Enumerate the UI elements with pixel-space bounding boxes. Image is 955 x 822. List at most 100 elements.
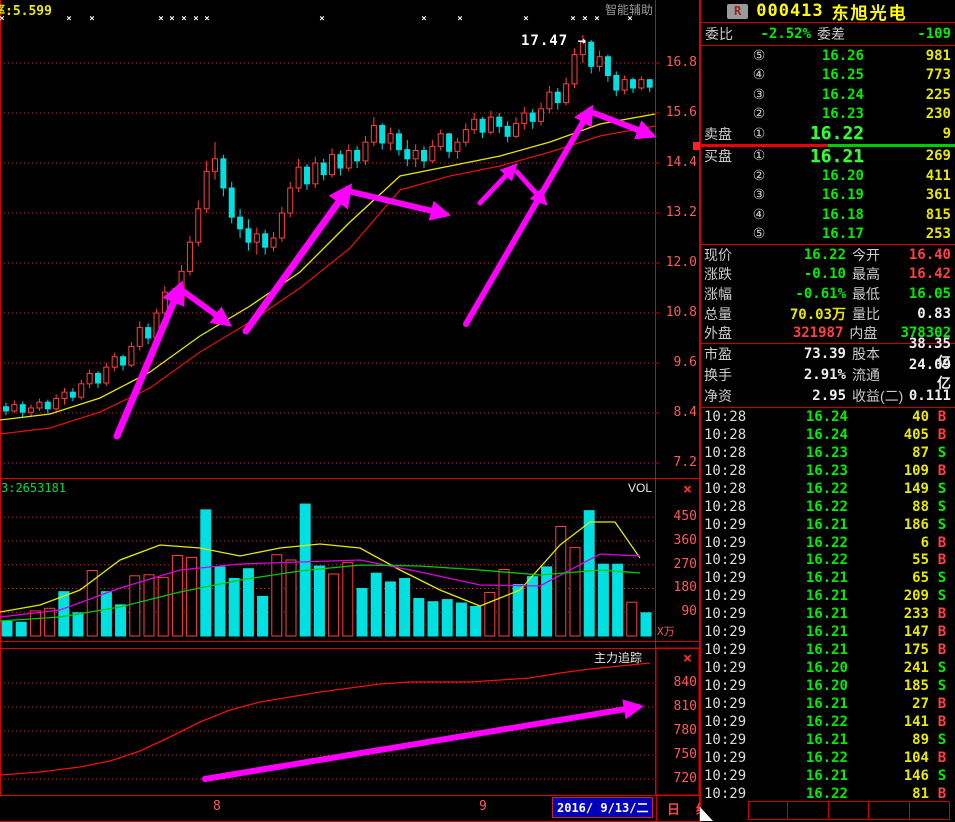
ask-row[interactable]: 卖盘①16.229 xyxy=(701,124,955,144)
book-price: 16.25 xyxy=(772,67,864,83)
trade-volume: 147 xyxy=(848,624,929,640)
trade-price: 16.23 xyxy=(756,463,848,479)
tracker-axis-label: 780 xyxy=(655,723,697,738)
stat-row: 涨幅-0.61%最低16.05 xyxy=(701,284,955,304)
tracker-close-icon[interactable]: × xyxy=(683,652,692,664)
volume-axis-label: 360 xyxy=(655,533,697,548)
ask-row[interactable]: ②16.23230 xyxy=(701,105,955,125)
bid-row[interactable]: ③16.19361 xyxy=(701,186,955,206)
book-volume: 773 xyxy=(864,67,955,83)
stat-label: 涨幅 xyxy=(701,284,750,304)
trade-volume: 40 xyxy=(848,409,929,425)
chart-canvas[interactable]: ×××××××××××××××× xyxy=(0,0,700,822)
stat-label: 股本 xyxy=(846,344,904,364)
signal-x-marker: × xyxy=(319,14,324,24)
trade-row: 10:2916.21233B xyxy=(701,605,955,623)
weibi-label: 委比 xyxy=(701,24,733,44)
ask-row[interactable]: ⑤16.26981 xyxy=(701,46,955,66)
book-volume: 815 xyxy=(864,207,955,223)
ask-row[interactable]: ③16.24225 xyxy=(701,85,955,105)
stat-label: 最低 xyxy=(846,284,904,304)
bid-levels: 买盘①16.21269②16.20411③16.19361④16.18815⑤1… xyxy=(701,147,955,246)
book-volume: 269 xyxy=(864,148,955,164)
price-axis-label: 7.2 xyxy=(655,455,697,470)
trade-row: 10:2816.24405B xyxy=(701,426,955,444)
tracker-axis-label: 720 xyxy=(655,771,697,786)
signal-x-marker: × xyxy=(594,14,599,24)
price-axis-label: 16.8 xyxy=(655,55,697,70)
stat-label: 净资 xyxy=(701,386,750,406)
book-level-num: ④ xyxy=(746,67,772,83)
vol-close-icon[interactable]: × xyxy=(683,483,692,495)
book-volume: 9 xyxy=(864,126,955,142)
book-level-num: ② xyxy=(746,168,772,184)
trade-side: S xyxy=(929,678,955,694)
stock-name: 东旭光电 xyxy=(832,0,908,24)
annotation-arrow xyxy=(183,291,227,323)
stat-label: 今开 xyxy=(846,245,904,265)
bid-row[interactable]: ②16.20411 xyxy=(701,166,955,186)
signal-x-marker: × xyxy=(457,14,462,24)
trade-side: S xyxy=(929,499,955,515)
trade-volume: 149 xyxy=(848,481,929,497)
bid-row[interactable]: 买盘①16.21269 xyxy=(701,147,955,167)
high-price-label: 17.47 → xyxy=(521,33,587,49)
trade-time: 10:29 xyxy=(701,517,756,533)
scroll-corner-icon[interactable] xyxy=(700,807,713,821)
trade-volume: 89 xyxy=(848,732,929,748)
book-level-num: ⑤ xyxy=(746,48,772,64)
trade-price: 16.21 xyxy=(756,517,848,533)
book-volume: 411 xyxy=(864,168,955,184)
volume-axis-label: 180 xyxy=(655,580,697,595)
bid-row[interactable]: ⑤16.17253 xyxy=(701,225,955,245)
trade-row: 10:2916.2127B xyxy=(701,695,955,713)
trade-volume: 88 xyxy=(848,499,929,515)
trade-row: 10:2816.2288S xyxy=(701,498,955,516)
book-level-num: ③ xyxy=(746,187,772,203)
book-price: 16.20 xyxy=(772,168,864,184)
trade-price: 16.22 xyxy=(756,552,848,568)
trade-row: 10:2916.20185S xyxy=(701,677,955,695)
book-volume: 981 xyxy=(864,48,955,64)
trade-side: S xyxy=(929,570,955,586)
trade-time: 10:28 xyxy=(701,445,756,461)
trade-time: 10:29 xyxy=(701,714,756,730)
stat-value: 16.22 xyxy=(750,247,846,263)
trade-volume: 175 xyxy=(848,642,929,658)
stat-row: 净资2.95收益(二)0.111 xyxy=(701,386,955,407)
tick-trades-list[interactable]: 10:2816.2440B10:2816.24405B10:2816.2387S… xyxy=(701,408,955,803)
trade-volume: 81 xyxy=(848,786,929,802)
trade-time: 10:29 xyxy=(701,660,756,676)
stock-titlebar[interactable]: R 000413 东旭光电 xyxy=(701,0,955,23)
tab-cell[interactable] xyxy=(748,801,788,820)
trade-volume: 209 xyxy=(848,588,929,604)
trade-volume: 55 xyxy=(848,552,929,568)
signal-x-marker: × xyxy=(193,14,198,24)
trade-side: B xyxy=(929,786,955,802)
trade-volume: 6 xyxy=(848,535,929,551)
stat-row: 现价16.22今开16.40 xyxy=(701,245,955,265)
trade-row: 10:2916.2165S xyxy=(701,569,955,587)
trade-time: 10:29 xyxy=(701,678,756,694)
tab-cell[interactable] xyxy=(869,801,909,820)
stat-value: 16.42 xyxy=(904,266,955,282)
stat-label: 最高 xyxy=(846,264,904,284)
ask-row[interactable]: ④16.25773 xyxy=(701,66,955,86)
trade-row: 10:2916.226B xyxy=(701,534,955,552)
smart-assist-label: 智能辅助 xyxy=(605,1,653,18)
stat-value: 2.91% xyxy=(750,367,846,383)
book-level-num: ④ xyxy=(746,207,772,223)
tab-cell[interactable] xyxy=(910,801,950,820)
trade-row: 10:2916.21146S xyxy=(701,767,955,785)
trade-row: 10:2916.2281B xyxy=(701,785,955,803)
stat-value: 16.05 xyxy=(904,286,955,302)
trade-row: 10:2916.22104B xyxy=(701,749,955,767)
current-date-box[interactable]: 2016/ 9/13/二 xyxy=(552,797,653,818)
tab-cell[interactable] xyxy=(829,801,869,820)
tab-cell[interactable] xyxy=(788,801,828,820)
book-level-num: ⑤ xyxy=(746,226,772,242)
bid-row[interactable]: ④16.18815 xyxy=(701,205,955,225)
tracker-axis-label: 840 xyxy=(655,675,697,690)
tracker-axis-label: 810 xyxy=(655,699,697,714)
trade-row: 10:2916.21175B xyxy=(701,641,955,659)
